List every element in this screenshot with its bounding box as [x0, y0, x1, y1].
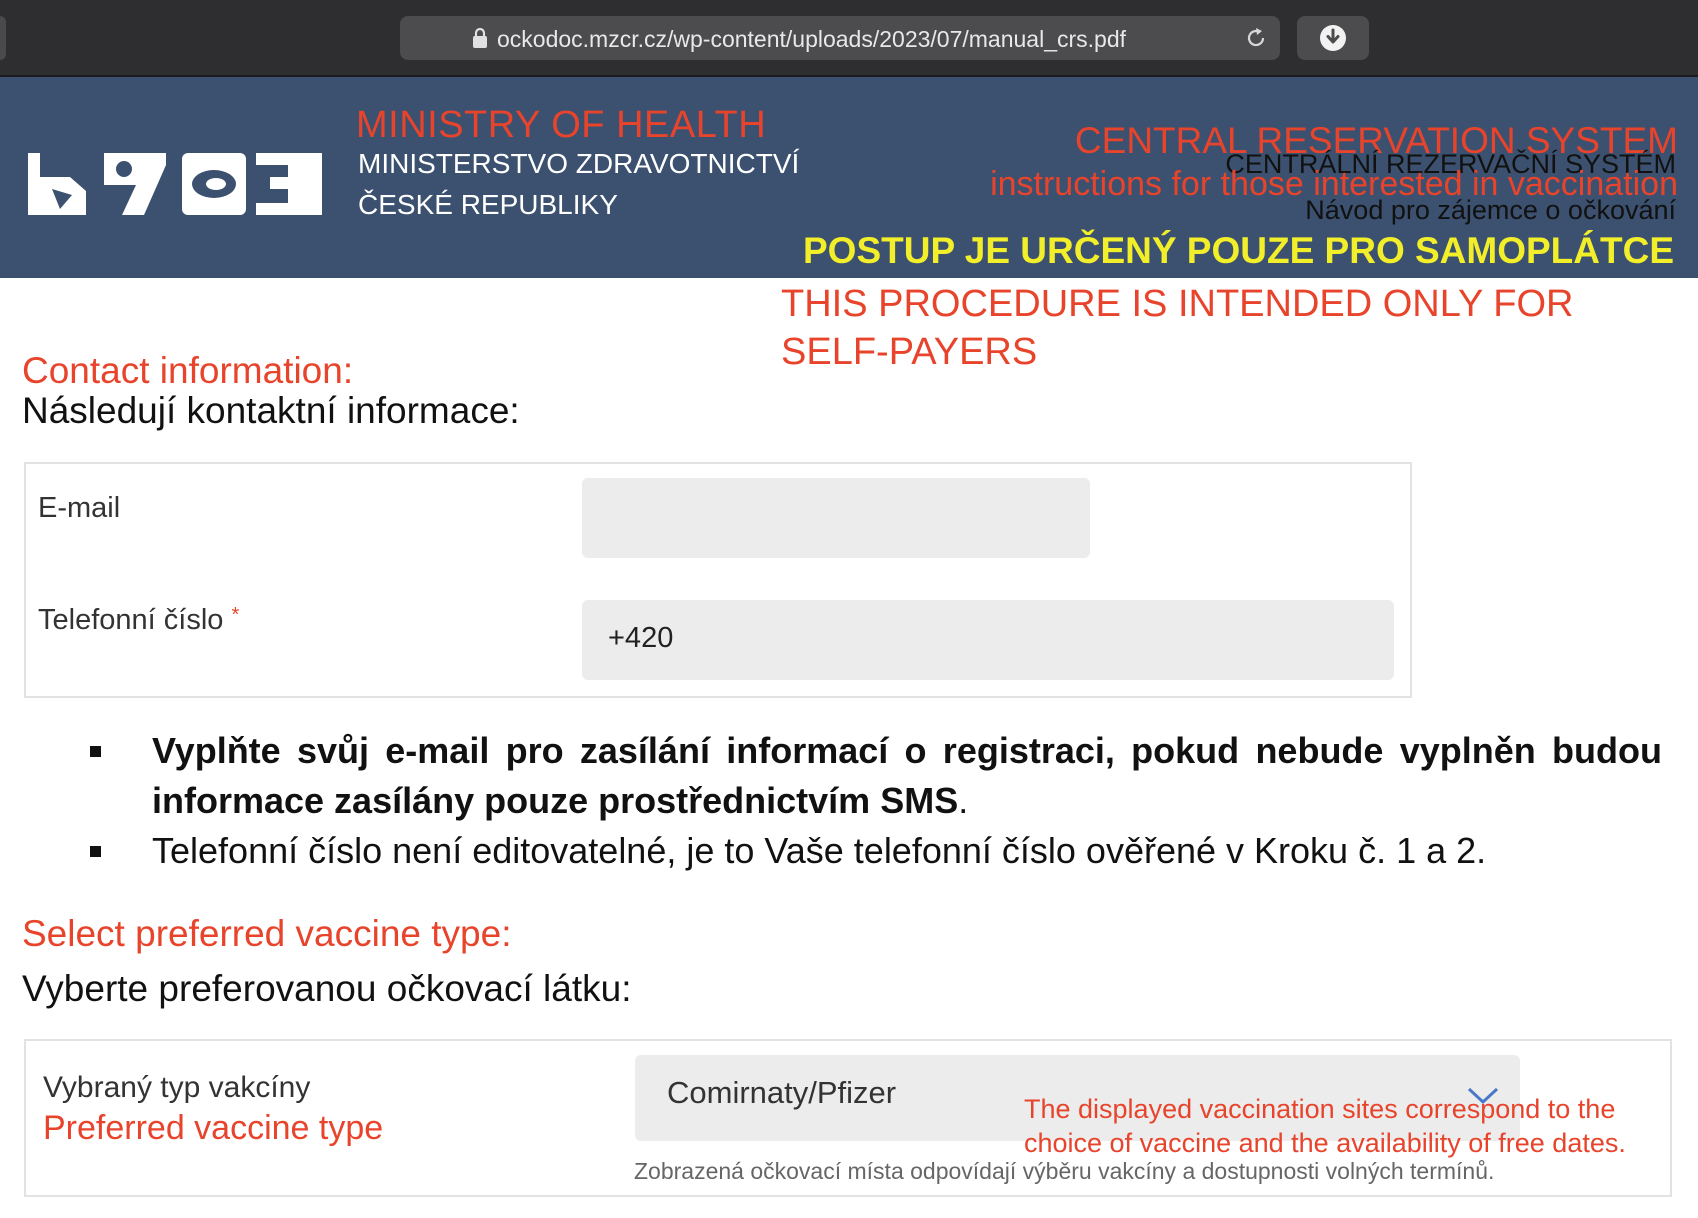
vaccine-heading-en: Select preferred vaccine type:	[22, 913, 512, 954]
url-text: ockodoc.mzcr.cz/wp-content/uploads/2023/…	[497, 26, 1127, 52]
browser-toolbar: ockodoc.mzcr.cz/wp-content/uploads/2023/…	[0, 0, 1698, 77]
sidebar-button[interactable]	[0, 16, 6, 60]
instructions-cz: Návod pro zájemce o očkování	[1305, 195, 1676, 225]
email-instruction-tail: .	[958, 780, 969, 821]
contact-heading-en: Contact information:	[22, 350, 354, 391]
download-icon	[1320, 25, 1346, 51]
vaccine-note-en-line1: The displayed vaccination sites correspo…	[1024, 1094, 1616, 1124]
selected-vaccine: Comirnaty/Pfizer	[667, 1075, 897, 1110]
self-payer-notice-en: THIS PROCEDURE IS INTENDED ONLY FOR SELF…	[781, 283, 1574, 373]
reload-icon[interactable]	[1243, 25, 1269, 51]
ministry-title-cz-line1: MINISTERSTVO ZDRAVOTNICTVÍ	[358, 148, 800, 179]
list-item: Telefonní číslo není editovatelné, je to…	[82, 826, 1662, 876]
phone-label: Telefonní číslo *	[38, 604, 239, 637]
ministry-title-en: MINISTRY OF HEALTH	[356, 104, 767, 146]
vaccine-label-cz: Vybraný typ vakcíny	[43, 1071, 311, 1104]
ministry-title-cz-line2: ČESKÉ REPUBLIKY	[358, 189, 618, 220]
instructions-list: Vyplňte svůj e-mail pro zasílání informa…	[82, 726, 1662, 876]
bullet-marker	[90, 846, 101, 857]
vaccine-note-cz: Zobrazená očkovací místa odpovídají výbě…	[634, 1158, 1495, 1184]
email-field[interactable]	[582, 478, 1090, 558]
address-bar[interactable]: ockodoc.mzcr.cz/wp-content/uploads/2023/…	[400, 16, 1280, 60]
vaccine-note-en: The displayed vaccination sites correspo…	[1024, 1092, 1626, 1160]
list-item: Vyplňte svůj e-mail pro zasílání informa…	[82, 726, 1662, 826]
vaccine-label-en: Preferred vaccine type	[43, 1109, 384, 1147]
phone-label-text: Telefonní číslo	[38, 604, 224, 636]
vaccine-note-en-line2: choice of vaccine and the availability o…	[1024, 1128, 1626, 1158]
contact-heading-cz: Následují kontaktní informace:	[22, 390, 520, 431]
phone-field: +420	[582, 600, 1394, 680]
lock-icon	[473, 28, 487, 48]
bullet-marker	[90, 746, 101, 757]
download-button[interactable]	[1297, 16, 1369, 60]
vaccine-heading-cz: Vyberte preferovanou očkovací látku:	[22, 968, 632, 1009]
required-mark: *	[231, 604, 240, 626]
email-label: E-mail	[38, 492, 121, 524]
self-payer-notice-cz: POSTUP JE URČENÝ POUZE PRO SAMOPLÁTCE	[803, 230, 1674, 271]
contact-form: E-mail Telefonní číslo * +420	[24, 462, 1412, 698]
email-instruction: Vyplňte svůj e-mail pro zasílání informa…	[152, 730, 1662, 821]
phone-instruction: Telefonní číslo není editovatelné, je to…	[152, 830, 1487, 871]
ministry-logo	[28, 153, 322, 215]
